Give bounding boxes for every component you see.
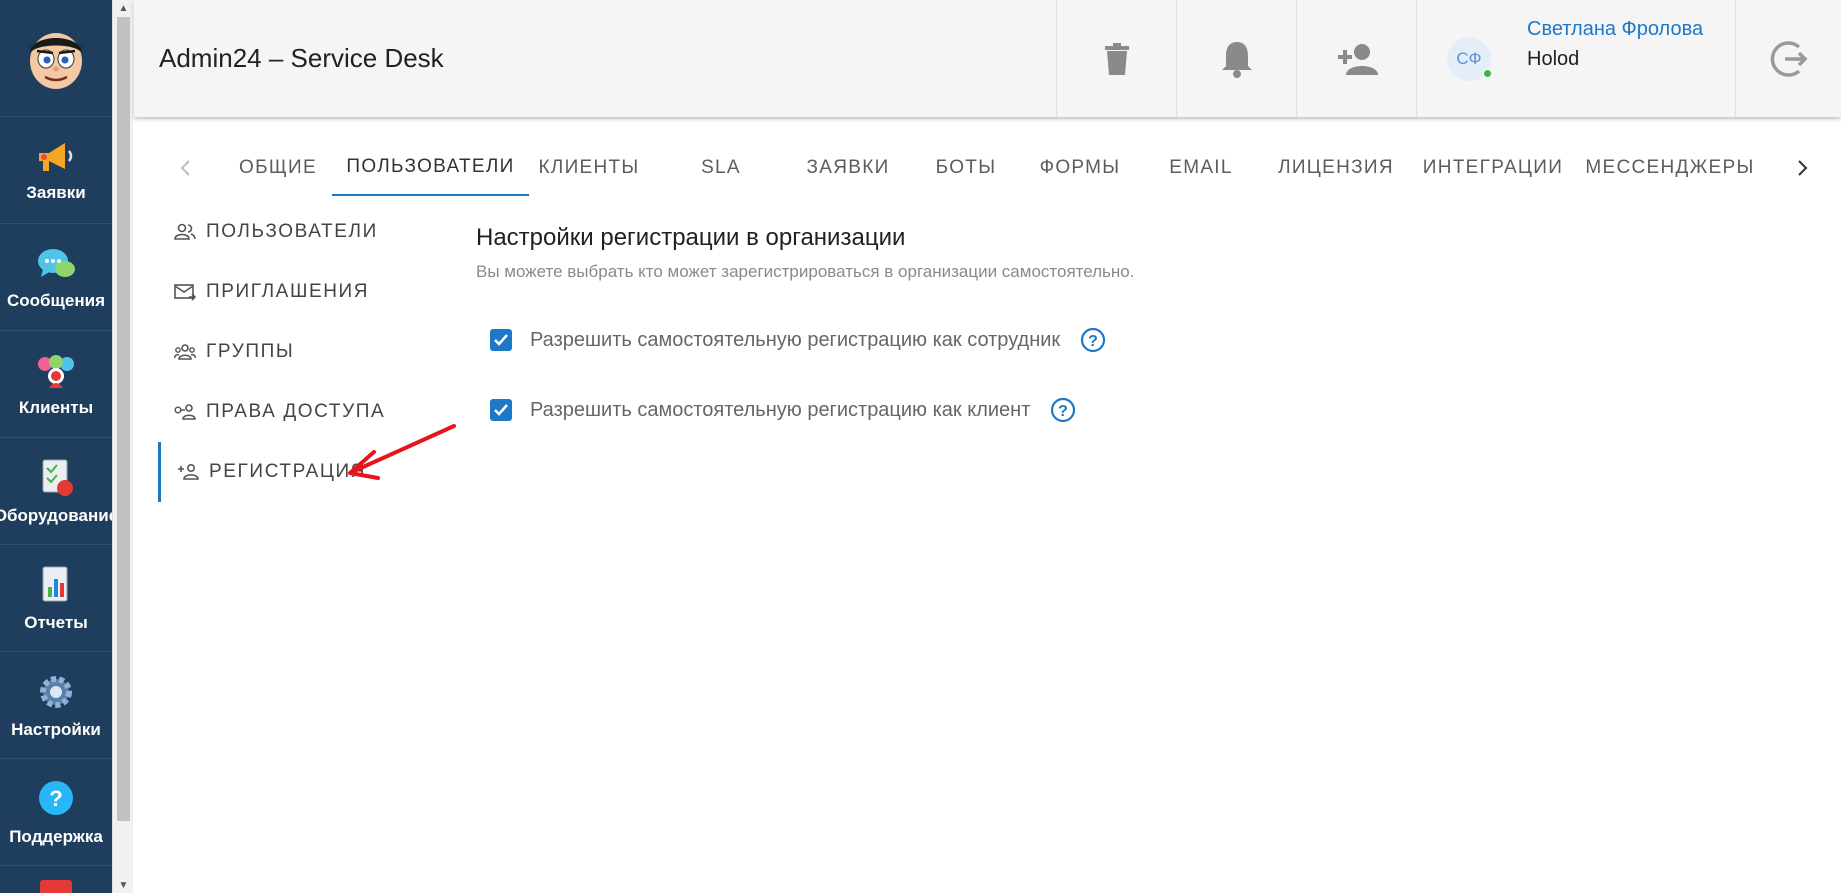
sidebar-item-label: Оборудование — [0, 505, 119, 525]
group-icon — [174, 344, 196, 360]
employee-registration-checkbox[interactable] — [490, 329, 512, 351]
sidebar-item-label: Сообщения — [7, 290, 105, 310]
tab-integrations[interactable]: ИНТЕГРАЦИИ — [1411, 140, 1575, 196]
sidebar-item-label: Заявки — [26, 182, 86, 202]
subnav-label: ПРИГЛАШЕНИЯ — [206, 281, 370, 302]
sidebar-item-reports[interactable]: Отчеты — [0, 546, 112, 652]
megaphone-icon — [39, 142, 73, 171]
section-title: Настройки регистрации в организации — [476, 224, 906, 251]
access-key-icon — [174, 404, 196, 420]
tabs-scroll-left-button[interactable] — [165, 140, 205, 196]
user-org: Holod — [1527, 48, 1580, 70]
tab-license[interactable]: ЛИЦЕНЗИЯ — [1261, 140, 1411, 196]
chevron-left-icon — [180, 160, 190, 176]
tab-general[interactable]: ОБЩИЕ — [220, 140, 336, 196]
bell-icon — [1221, 41, 1252, 78]
checkmark-icon — [494, 334, 508, 346]
sidebar-item-requests[interactable]: Заявки — [0, 118, 112, 224]
sidebar-item-messages[interactable]: Сообщения — [0, 225, 112, 331]
sidebar-item-equipment[interactable]: Оборудование — [0, 439, 118, 545]
scroll-down-arrow-icon[interactable]: ▼ — [113, 877, 134, 893]
user-profile[interactable]: СФ Светлана Фролова Holod — [1416, 0, 1736, 117]
sidebar-item-support[interactable]: ? Поддержка — [0, 760, 112, 866]
checkbox-label[interactable]: Разрешить самостоятельную регистрацию ка… — [530, 399, 1030, 422]
subnav-item-invitations[interactable]: ПРИГЛАШЕНИЯ — [158, 262, 428, 322]
scroll-up-arrow-icon[interactable]: ▲ — [113, 0, 134, 16]
mail-invite-icon — [174, 284, 196, 301]
logout-button[interactable] — [1736, 0, 1841, 117]
svg-text:?: ? — [49, 786, 62, 811]
subnav-label: ГРУППЫ — [206, 341, 295, 362]
sidebar-item-label: Отчеты — [24, 612, 88, 632]
annotation-arrow-icon — [348, 424, 456, 480]
gear-icon — [40, 675, 72, 708]
tab-clients[interactable]: КЛИЕНТЫ — [529, 140, 649, 196]
sidebar-item-partial-icon — [40, 880, 72, 893]
scroll-thumb[interactable] — [117, 17, 130, 821]
tabs-scroll-right-button[interactable] — [1783, 140, 1823, 196]
cartoon-face-logo-icon — [29, 33, 83, 89]
app-logo[interactable] — [0, 0, 112, 117]
users-icon — [174, 223, 196, 240]
tab-users[interactable]: ПОЛЬЗОВАТЕЛИ — [332, 140, 529, 196]
notifications-button[interactable] — [1176, 0, 1296, 117]
user-name[interactable]: Светлана Фролова — [1527, 18, 1703, 41]
settings-tabs: ОБЩИЕ ПОЛЬЗОВАТЕЛИ КЛИЕНТЫ SLA ЗАЯВКИ БО… — [160, 140, 1841, 196]
sidebar-item-clients[interactable]: Клиенты — [0, 332, 112, 438]
sidebar-item-label: Клиенты — [18, 397, 94, 417]
subnav-item-users[interactable]: ПОЛЬЗОВАТЕЛИ — [158, 202, 428, 262]
checkbox-label[interactable]: Разрешить самостоятельную регистрацию ка… — [530, 329, 1060, 352]
sidebar-scrollbar[interactable]: ▲ ▼ — [112, 0, 133, 893]
client-registration-checkbox[interactable] — [490, 399, 512, 421]
option-employee-registration[interactable]: Разрешить самостоятельную регистрацию ка… — [490, 326, 1106, 354]
help-circle-icon[interactable]: ? — [1050, 397, 1076, 423]
person-add-icon — [1337, 43, 1378, 75]
tab-requests[interactable]: ЗАЯВКИ — [783, 140, 913, 196]
sidebar-item-settings[interactable]: Настройки — [0, 653, 112, 759]
option-client-registration[interactable]: Разрешить самостоятельную регистрацию ка… — [490, 396, 1076, 424]
help-icon: ? — [39, 780, 73, 815]
subnav-label: ПОЛЬЗОВАТЕЛИ — [206, 221, 378, 242]
logout-icon — [1770, 40, 1807, 77]
equipment-icon — [42, 459, 73, 496]
app-title: Admin24 – Service Desk — [159, 43, 444, 73]
reports-icon — [42, 566, 68, 601]
chevron-right-icon — [1798, 160, 1808, 176]
tab-messengers[interactable]: МЕССЕНДЖЕРЫ — [1575, 140, 1765, 196]
tab-sla[interactable]: SLA — [659, 140, 783, 196]
section-description: Вы можете выбрать кто может зарегистриро… — [476, 262, 1135, 281]
trash-icon — [1104, 42, 1129, 75]
sidebar-item-label: Настройки — [11, 719, 101, 739]
tab-email[interactable]: EMAIL — [1141, 140, 1261, 196]
help-circle-icon[interactable]: ? — [1080, 327, 1106, 353]
tab-forms[interactable]: ФОРМЫ — [1019, 140, 1141, 196]
person-add-icon — [178, 463, 199, 480]
online-status-dot — [1482, 68, 1493, 79]
checkmark-icon — [494, 404, 508, 416]
header: Admin24 – Service Desk СФ Светлана Фроло… — [134, 0, 1841, 117]
trash-button[interactable] — [1056, 0, 1176, 117]
clients-icon — [38, 354, 74, 388]
tab-bots[interactable]: БОТЫ — [913, 140, 1019, 196]
svg-text:?: ? — [1059, 403, 1069, 420]
svg-text:?: ? — [1088, 333, 1098, 350]
chat-bubbles-icon — [38, 248, 75, 277]
add-user-button[interactable] — [1296, 0, 1416, 117]
app-sidebar: Заявки Сообщения Клиенты Оборудование От… — [0, 0, 118, 893]
subnav-item-groups[interactable]: ГРУППЫ — [158, 322, 428, 382]
sidebar-item-label: Поддержка — [9, 826, 103, 846]
